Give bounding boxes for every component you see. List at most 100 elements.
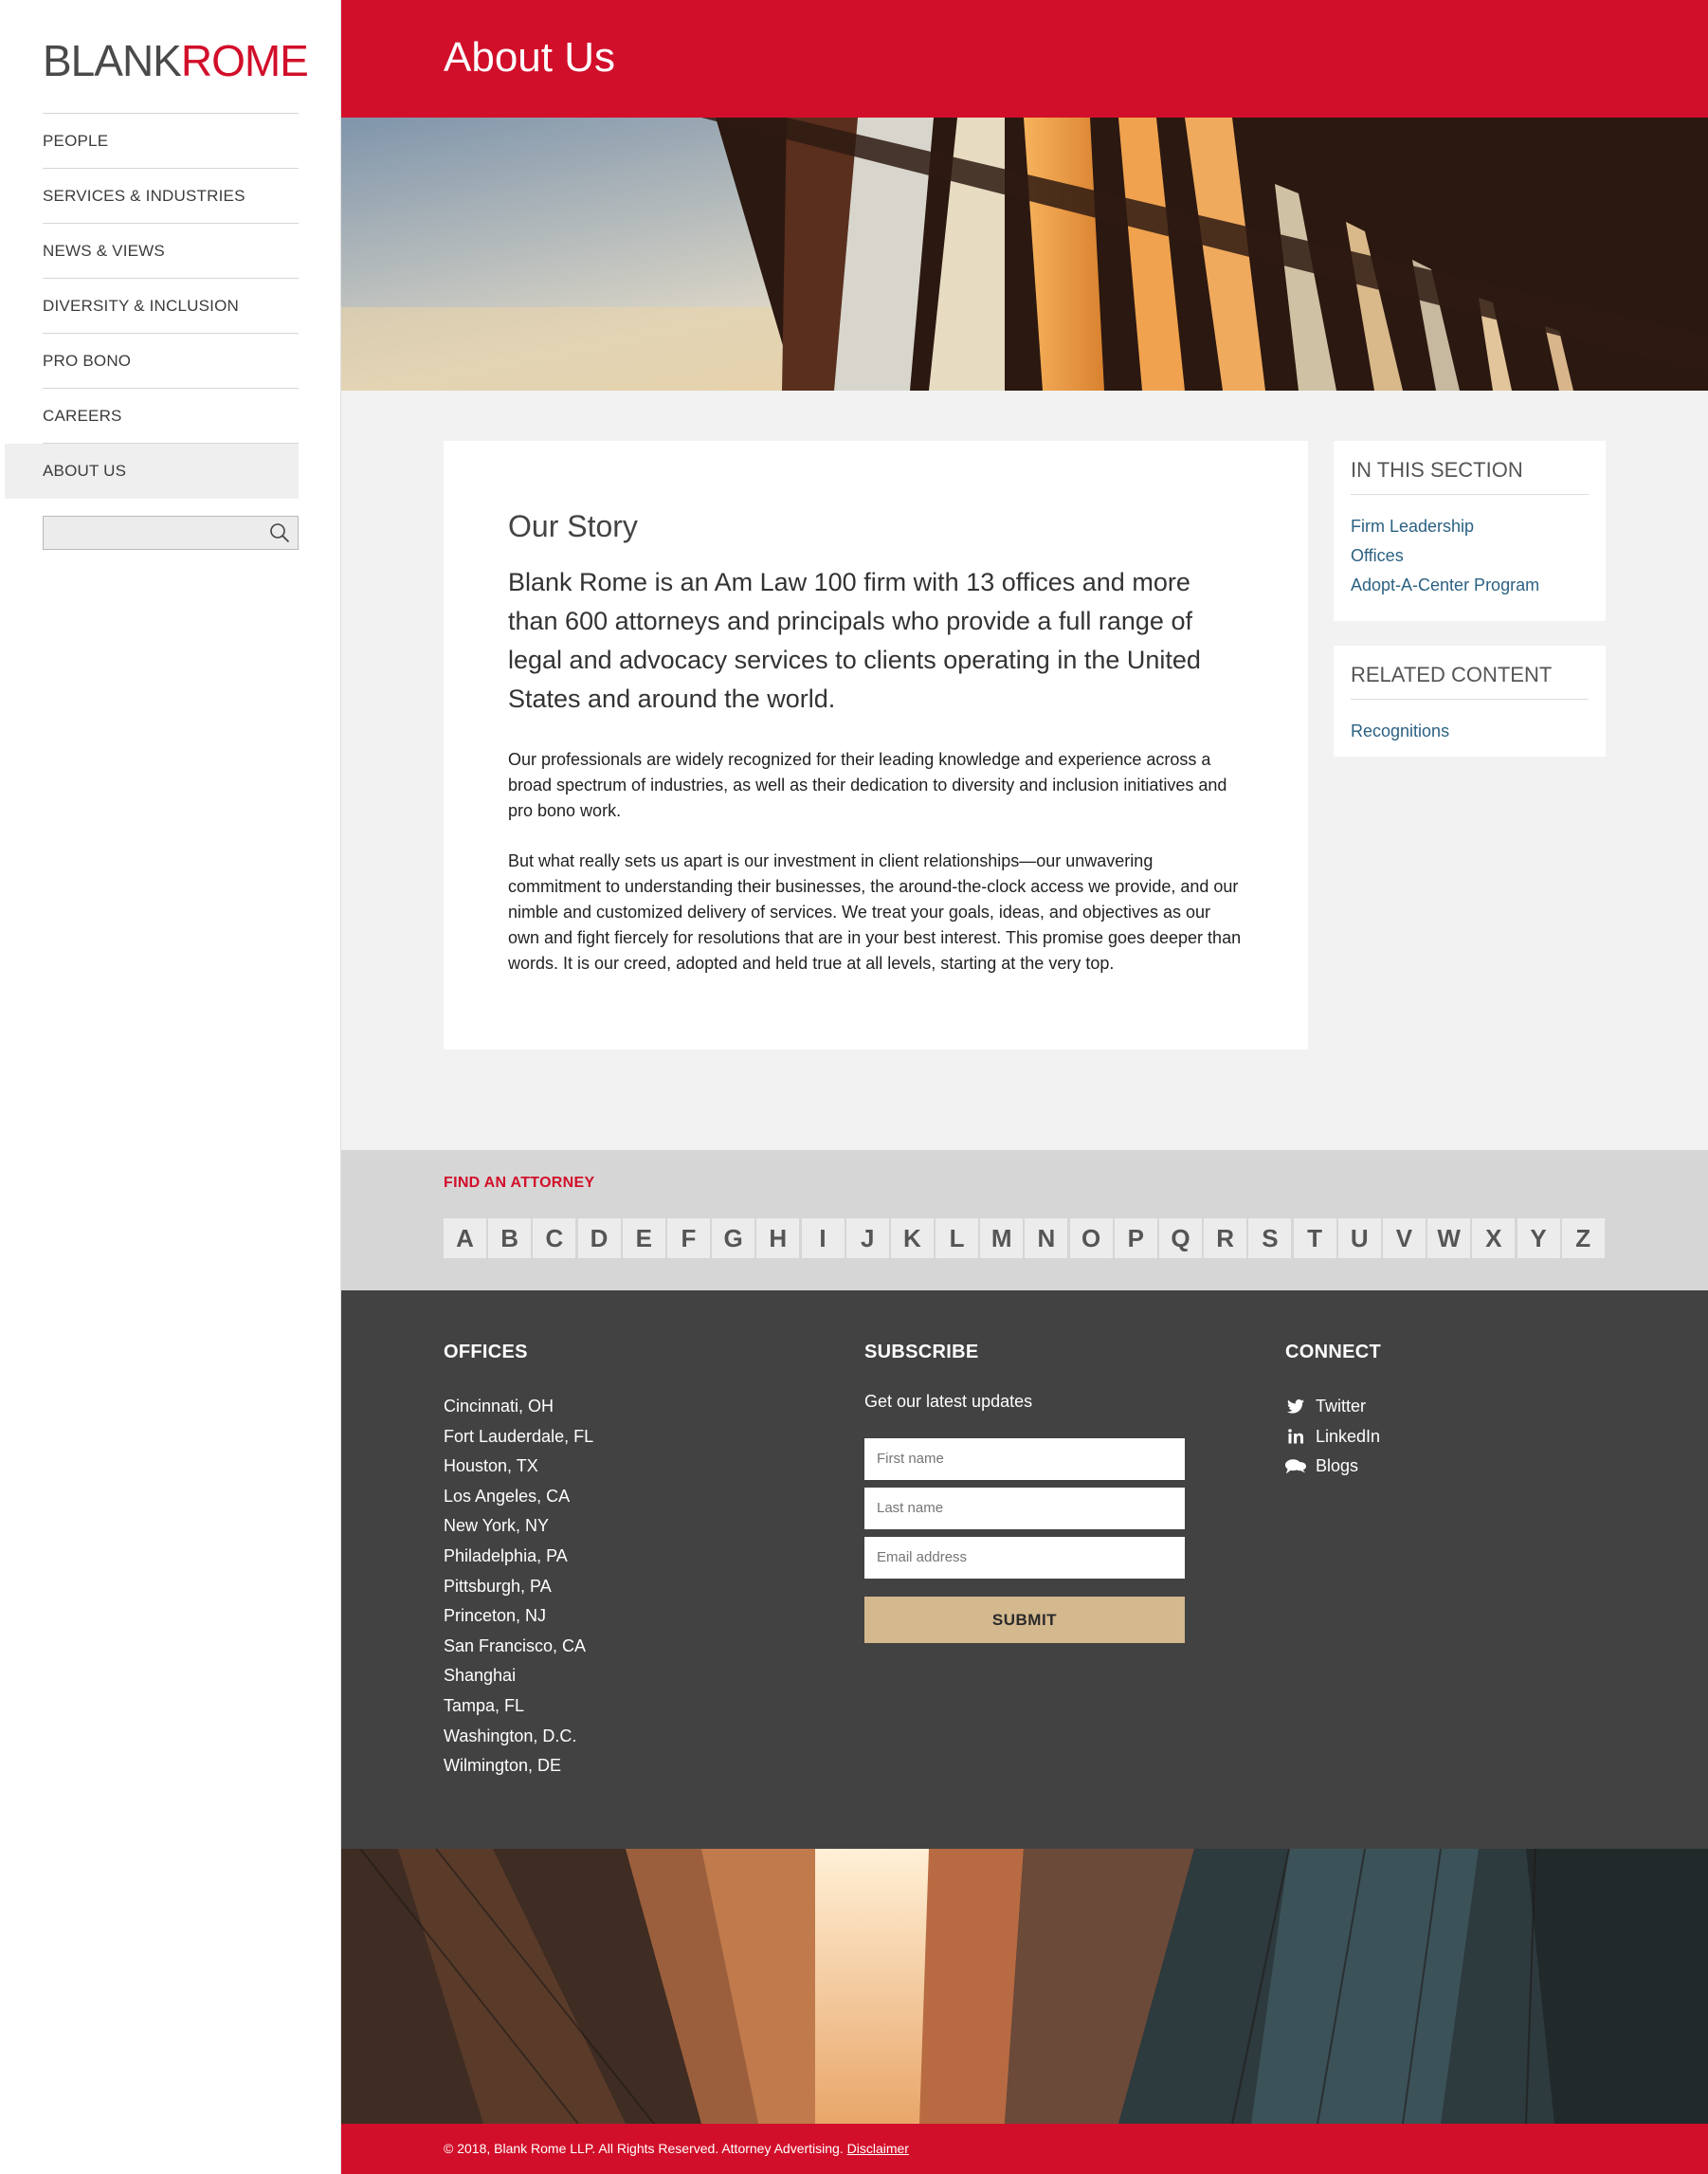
- main-content: Our Story Blank Rome is an Am Law 100 fi…: [341, 391, 1708, 1150]
- story-paragraph-1: Our professionals are widely recognized …: [508, 750, 1227, 820]
- office-item[interactable]: Shanghai: [444, 1661, 593, 1691]
- search-box: [43, 516, 299, 550]
- letter-c[interactable]: C: [533, 1218, 576, 1258]
- office-item[interactable]: New York, NY: [444, 1511, 593, 1542]
- nav-item-careers[interactable]: CAREERS: [43, 389, 299, 444]
- nav-item-services-industries[interactable]: SERVICES & INDUSTRIES: [43, 169, 299, 224]
- office-item[interactable]: Washington, D.C.: [444, 1722, 593, 1752]
- blogs-label: Blogs: [1316, 1456, 1359, 1476]
- in-this-section-box: IN THIS SECTION Firm Leadership Offices …: [1334, 441, 1606, 621]
- email-field[interactable]: [864, 1537, 1185, 1579]
- copyright-bar: © 2018, Blank Rome LLP. All Rights Reser…: [341, 2124, 1708, 2174]
- office-item[interactable]: Fort Lauderdale, FL: [444, 1422, 593, 1452]
- letter-n[interactable]: N: [1025, 1218, 1068, 1258]
- letter-m[interactable]: M: [980, 1218, 1024, 1258]
- hero-image: [341, 118, 1708, 391]
- page-title: About Us: [444, 34, 615, 81]
- letter-h[interactable]: H: [756, 1218, 800, 1258]
- logo[interactable]: BLANKROME: [43, 36, 309, 85]
- nav-item-pro-bono[interactable]: PRO BONO: [43, 334, 299, 389]
- subscribe-column: SUBSCRIBE Get our latest updates SUBMIT: [864, 1342, 1185, 1643]
- page-header: About Us: [341, 0, 1708, 118]
- subscribe-text: Get our latest updates: [864, 1392, 1033, 1411]
- letter-j[interactable]: J: [845, 1218, 889, 1258]
- story-paragraph-2: But what really sets us apart is our inv…: [508, 851, 1242, 973]
- footer: OFFICES Cincinnati, OH Fort Lauderdale, F…: [341, 1290, 1708, 1849]
- letter-k[interactable]: K: [890, 1218, 934, 1258]
- alphabet-filter: ABCDEFGHIJKLMNOPQRSTUVWXYZ: [444, 1218, 1607, 1258]
- city-skyline-graphic: [341, 1849, 1708, 2124]
- letter-d[interactable]: D: [577, 1218, 621, 1258]
- last-name-field[interactable]: [864, 1488, 1185, 1529]
- office-item[interactable]: San Francisco, CA: [444, 1632, 593, 1662]
- office-item[interactable]: Philadelphia, PA: [444, 1542, 593, 1572]
- letter-s[interactable]: S: [1248, 1218, 1292, 1258]
- letter-f[interactable]: F: [666, 1218, 710, 1258]
- office-item[interactable]: Houston, TX: [444, 1452, 593, 1482]
- find-attorney-section: FIND AN ATTORNEY ABCDEFGHIJKLMNOPQRSTUVW…: [341, 1150, 1708, 1290]
- letter-z[interactable]: Z: [1561, 1218, 1605, 1258]
- copyright-text: © 2018, Blank Rome LLP. All Rights Reser…: [444, 2141, 909, 2156]
- first-name-field[interactable]: [864, 1438, 1185, 1480]
- search-icon[interactable]: [269, 522, 290, 543]
- office-item[interactable]: Princeton, NJ: [444, 1601, 593, 1632]
- letter-i[interactable]: I: [801, 1218, 845, 1258]
- main-nav: PEOPLE SERVICES & INDUSTRIES NEWS & VIEW…: [5, 113, 299, 499]
- disclaimer-link[interactable]: Disclaimer: [847, 2141, 909, 2156]
- twitter-icon: [1285, 1398, 1306, 1416]
- speech-bubbles-icon: [1285, 1457, 1306, 1476]
- nav-item-diversity-inclusion[interactable]: DIVERSITY & INCLUSION: [43, 279, 299, 334]
- subscribe-heading: SUBSCRIBE: [864, 1342, 979, 1362]
- connect-linkedin[interactable]: LinkedIn: [1285, 1422, 1381, 1452]
- connect-blogs[interactable]: Blogs: [1285, 1452, 1381, 1482]
- office-item[interactable]: Pittsburgh, PA: [444, 1572, 593, 1602]
- letter-e[interactable]: E: [622, 1218, 665, 1258]
- office-item[interactable]: Los Angeles, CA: [444, 1482, 593, 1512]
- letter-y[interactable]: Y: [1517, 1218, 1560, 1258]
- story-heading: Our Story: [508, 509, 638, 543]
- letter-p[interactable]: P: [1114, 1218, 1157, 1258]
- city-image: [341, 1849, 1708, 2124]
- in-this-section-title: IN THIS SECTION: [1351, 458, 1589, 495]
- nav-item-about-us[interactable]: ABOUT US: [5, 444, 299, 499]
- office-item[interactable]: Cincinnati, OH: [444, 1392, 593, 1422]
- link-recognitions[interactable]: Recognitions: [1351, 717, 1589, 746]
- story-lead: Blank Rome is an Am Law 100 firm with 13…: [508, 568, 1201, 713]
- letter-r[interactable]: R: [1204, 1218, 1247, 1258]
- nav-item-people[interactable]: PEOPLE: [43, 114, 299, 169]
- offices-column: OFFICES Cincinnati, OH Fort Lauderdale, F…: [444, 1342, 593, 1781]
- link-firm-leadership[interactable]: Firm Leadership: [1351, 512, 1589, 541]
- connect-twitter[interactable]: Twitter: [1285, 1392, 1381, 1422]
- letter-v[interactable]: V: [1382, 1218, 1426, 1258]
- link-offices[interactable]: Offices: [1351, 541, 1589, 571]
- copyright-notice: © 2018, Blank Rome LLP. All Rights Reser…: [444, 2141, 844, 2156]
- find-attorney-title: FIND AN ATTORNEY: [444, 1175, 595, 1191]
- linkedin-label: LinkedIn: [1316, 1426, 1381, 1446]
- letter-a[interactable]: A: [444, 1218, 486, 1258]
- office-item[interactable]: Tampa, FL: [444, 1691, 593, 1722]
- letter-l[interactable]: L: [936, 1218, 979, 1258]
- letter-o[interactable]: O: [1069, 1218, 1113, 1258]
- sidebar: BLANKROME PEOPLE SERVICES & INDUSTRIES N…: [0, 0, 341, 2174]
- letter-t[interactable]: T: [1293, 1218, 1336, 1258]
- letter-g[interactable]: G: [712, 1218, 755, 1258]
- logo-blank: BLANK: [43, 36, 182, 85]
- letter-q[interactable]: Q: [1159, 1218, 1202, 1258]
- office-item[interactable]: Wilmington, DE: [444, 1751, 593, 1781]
- logo-rome: ROME: [180, 36, 309, 85]
- story-card: Our Story Blank Rome is an Am Law 100 fi…: [444, 441, 1308, 1050]
- offices-heading: OFFICES: [444, 1342, 528, 1362]
- office-list: Cincinnati, OH Fort Lauderdale, FL Houston…: [444, 1392, 593, 1781]
- linkedin-icon: [1285, 1427, 1306, 1446]
- letter-x[interactable]: X: [1472, 1218, 1516, 1258]
- related-content-title: RELATED CONTENT: [1351, 663, 1589, 700]
- nav-item-news-views[interactable]: NEWS & VIEWS: [43, 224, 299, 279]
- related-content-box: RELATED CONTENT Recognitions: [1334, 646, 1606, 757]
- submit-button[interactable]: SUBMIT: [864, 1597, 1185, 1643]
- hero-building-graphic: [341, 118, 1708, 391]
- letter-u[interactable]: U: [1337, 1218, 1381, 1258]
- search-input[interactable]: [44, 517, 252, 549]
- letter-w[interactable]: W: [1427, 1218, 1471, 1258]
- letter-b[interactable]: B: [488, 1218, 532, 1258]
- link-adopt-a-center[interactable]: Adopt-A-Center Program: [1351, 571, 1589, 600]
